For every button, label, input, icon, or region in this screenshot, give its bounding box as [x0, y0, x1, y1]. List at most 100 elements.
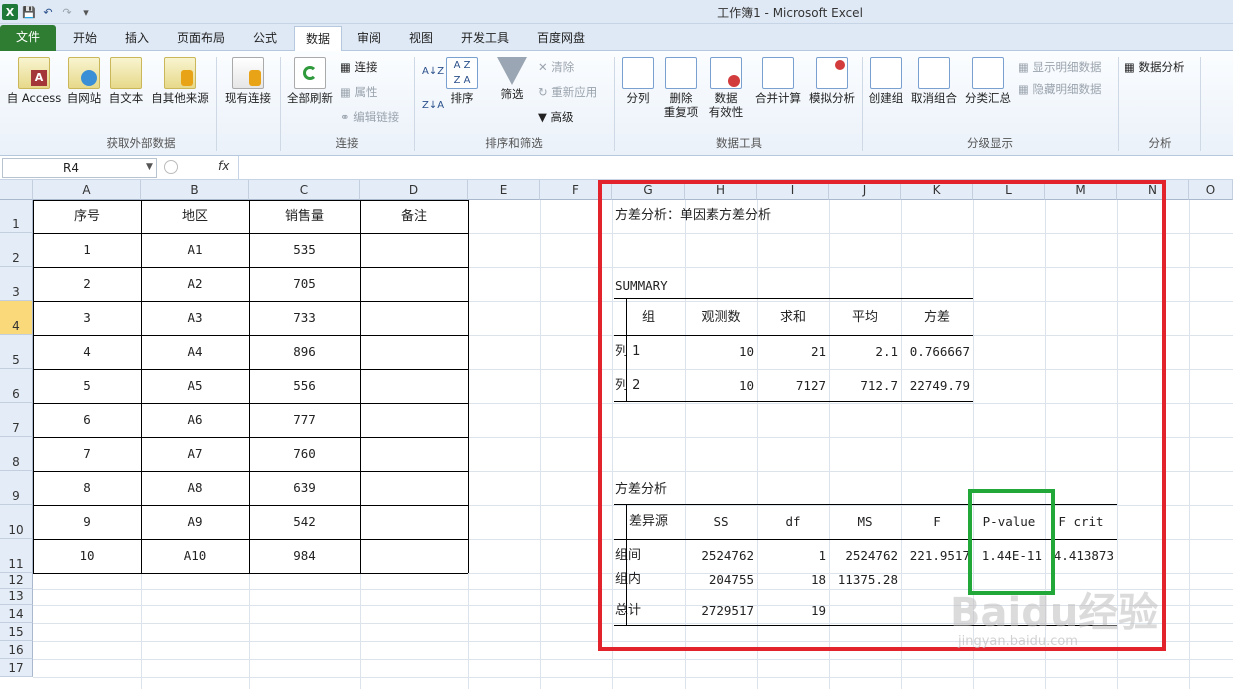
sort-button[interactable]: A ZZ A 排序 — [444, 57, 480, 105]
row-header-13[interactable]: 13 — [0, 589, 33, 605]
column-header-B[interactable]: B — [141, 180, 249, 200]
row-header-15[interactable]: 15 — [0, 623, 33, 641]
name-box[interactable]: R4 — [2, 158, 157, 178]
row-header-4[interactable]: 4 — [0, 301, 33, 335]
group-label: 创建组 — [868, 91, 904, 105]
left-table-cell: A3 — [187, 310, 203, 325]
advanced-button[interactable]: ▼ 高级 — [538, 110, 574, 124]
connections-label: 连接 — [354, 60, 378, 74]
group-button[interactable]: 创建组 — [866, 57, 906, 105]
edit-links-button[interactable]: ⚭ 编辑链接 — [340, 110, 399, 124]
from-access-button[interactable]: A 自 Access — [4, 57, 64, 105]
tab-data[interactable]: 数据 — [294, 26, 342, 51]
tab-review[interactable]: 审阅 — [348, 26, 390, 51]
left-table-border-v — [33, 200, 34, 573]
undo-icon[interactable]: ↶ — [40, 4, 56, 20]
refresh-all-button[interactable]: 全部刷新 — [284, 57, 336, 105]
formula-expand-icon[interactable] — [164, 160, 178, 174]
refresh-icon — [294, 57, 326, 89]
select-all-corner[interactable] — [0, 180, 33, 200]
gridline-h — [33, 677, 1233, 678]
clear-icon: ✕ — [538, 60, 552, 74]
formula-input[interactable] — [238, 156, 1233, 179]
baidu-watermark-url: jingyan.baidu.com — [958, 634, 1078, 649]
column-header-D[interactable]: D — [360, 180, 468, 200]
row-header-14[interactable]: 14 — [0, 605, 33, 623]
insert-function-icon[interactable]: fx — [218, 159, 229, 173]
group-outline-label: 分级显示 — [967, 136, 1013, 150]
what-if-label: 模拟分析 — [809, 91, 855, 105]
tab-page-layout[interactable]: 页面布局 — [168, 26, 234, 51]
row-header-10[interactable]: 10 — [0, 505, 33, 539]
column-header-C[interactable]: C — [249, 180, 360, 200]
row-header-1[interactable]: 1 — [0, 200, 33, 233]
split-label: 分列 — [626, 91, 650, 105]
from-web-button[interactable]: 自网站 — [64, 57, 104, 105]
name-box-dropdown-icon[interactable]: ▼ — [146, 162, 153, 172]
tab-file[interactable]: 文件 — [0, 25, 56, 51]
left-table-border-h — [33, 200, 468, 201]
from-other-sources-button[interactable]: 自其他来源 — [148, 57, 212, 105]
clear-button[interactable]: ✕ 清除 — [538, 60, 574, 74]
data-analysis-button[interactable]: ▦ 数据分析 — [1124, 60, 1185, 74]
left-table-cell — [360, 276, 468, 292]
title-bar: X 💾 ↶ ↷ ▾ 工作簿1 - Microsoft Excel — [0, 0, 1233, 24]
tab-formulas[interactable]: 公式 — [242, 26, 288, 51]
subtotal-label: 分类汇总 — [965, 91, 1011, 105]
consolidate-button[interactable]: 合并计算 — [752, 57, 804, 105]
text-to-columns-button[interactable]: 分列 — [618, 57, 658, 105]
row-header-12[interactable]: 12 — [0, 573, 33, 589]
row-header-6[interactable]: 6 — [0, 369, 33, 403]
row-header-2[interactable]: 2 — [0, 233, 33, 267]
left-table-cell: 760 — [293, 446, 316, 461]
data-validation-button[interactable]: 数据 有效性 — [704, 57, 748, 119]
left-table-cell — [360, 480, 468, 496]
hide-detail-button[interactable]: ▦ 隐藏明细数据 — [1018, 82, 1102, 96]
row-header-16[interactable]: 16 — [0, 641, 33, 659]
properties-button[interactable]: ▦ 属性 — [340, 85, 378, 99]
left-table-border-h — [33, 403, 468, 404]
worksheet-grid[interactable]: A B C D E F G H I J K L M N O 1 2 3 4 5 6 7 8 9 10 11 12 13 14 15 16 17… — [0, 180, 1233, 689]
row-header-11[interactable]: 11 — [0, 539, 33, 573]
column-header-E[interactable]: E — [468, 180, 540, 200]
filter-button[interactable]: 筛选 — [494, 57, 530, 101]
tab-home[interactable]: 开始 — [62, 26, 108, 51]
row-header-9[interactable]: 9 — [0, 471, 33, 505]
sort-label: 排序 — [450, 91, 474, 105]
ungroup-button[interactable]: 取消组合 — [908, 57, 960, 105]
reapply-label: 重新应用 — [551, 85, 598, 99]
existing-connections-button[interactable]: 现有连接 — [220, 57, 276, 105]
customize-icon[interactable]: ▾ — [78, 4, 94, 20]
ungroup-icon — [918, 57, 950, 89]
tab-view[interactable]: 视图 — [400, 26, 442, 51]
row-header-5[interactable]: 5 — [0, 335, 33, 369]
redo-icon[interactable]: ↷ — [59, 4, 75, 20]
ungroup-label: 取消组合 — [911, 91, 957, 105]
column-header-O[interactable]: O — [1189, 180, 1233, 200]
connections-button[interactable]: ▦ 连接 — [340, 60, 378, 74]
data-analysis-label: 数据分析 — [1138, 60, 1185, 74]
left-table-cell: 733 — [293, 310, 316, 325]
remove-duplicates-button[interactable]: 删除 重复项 — [660, 57, 702, 119]
tab-baidu-netdisk[interactable]: 百度网盘 — [528, 26, 594, 51]
row-header-8[interactable]: 8 — [0, 437, 33, 471]
tab-developer[interactable]: 开发工具 — [452, 26, 518, 51]
column-header-A[interactable]: A — [33, 180, 141, 200]
show-detail-button[interactable]: ▦ 显示明细数据 — [1018, 60, 1102, 74]
from-text-button[interactable]: 自文本 — [106, 57, 146, 105]
left-table-cell: 2 — [83, 276, 91, 291]
row-header-3[interactable]: 3 — [0, 267, 33, 301]
row-header-7[interactable]: 7 — [0, 403, 33, 437]
group-sort-filter-label: 排序和筛选 — [485, 136, 543, 150]
sort-za-icon[interactable]: Z↓A — [422, 99, 444, 113]
left-table-cell — [360, 446, 468, 462]
properties-label: 属性 — [354, 85, 378, 99]
subtotal-button[interactable]: 分类汇总 — [962, 57, 1014, 105]
tab-insert[interactable]: 插入 — [114, 26, 160, 51]
left-table-border-h — [33, 233, 468, 234]
save-icon[interactable]: 💾 — [21, 4, 37, 20]
row-header-17[interactable]: 17 — [0, 659, 33, 677]
sort-az-icon[interactable]: A↓Z — [422, 65, 444, 79]
reapply-button[interactable]: ↻ 重新应用 — [538, 85, 597, 99]
what-if-analysis-button[interactable]: 模拟分析 — [806, 57, 858, 105]
